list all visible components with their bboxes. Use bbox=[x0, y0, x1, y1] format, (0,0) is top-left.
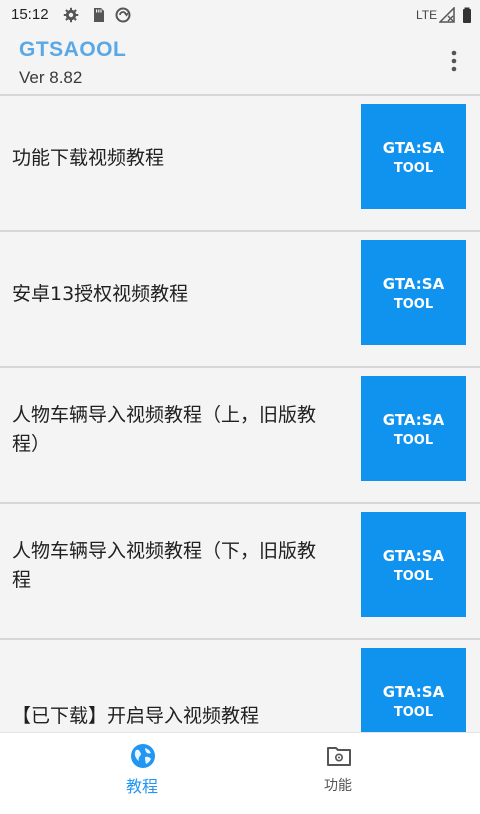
tab-functions[interactable]: 功能 bbox=[218, 733, 458, 814]
logo-line-1: GTA:SA bbox=[383, 411, 445, 429]
network-type: LTE bbox=[416, 8, 438, 22]
logo-line-1: GTA:SA bbox=[383, 275, 445, 293]
list-item[interactable]: 【已下载】开启导入视频教程 GTA:SA TOOL bbox=[0, 640, 480, 732]
status-bar: 15:12 LTE bbox=[0, 0, 480, 30]
list-item[interactable]: 人物车辆导入视频教程（上，旧版教程） GTA:SA TOOL bbox=[0, 368, 480, 504]
list-item[interactable]: 安卓13授权视频教程 GTA:SA TOOL bbox=[0, 232, 480, 368]
folder-gear-icon bbox=[327, 747, 351, 766]
app-bar: GTSAOOL Ver 8.82 bbox=[0, 30, 480, 96]
gtasa-tool-logo: GTA:SA TOOL bbox=[361, 648, 466, 732]
logo-line-2: TOOL bbox=[394, 569, 433, 584]
signal-icon bbox=[439, 7, 455, 23]
logo-line-1: GTA:SA bbox=[383, 139, 445, 157]
logo-line-1: GTA:SA bbox=[383, 683, 445, 701]
logo-line-1: GTA:SA bbox=[383, 547, 445, 565]
sync-circle-icon bbox=[115, 7, 131, 23]
list-item-label: 安卓13授权视频教程 bbox=[12, 282, 189, 305]
list-item-label: 【已下载】开启导入视频教程 bbox=[12, 704, 260, 727]
globe-icon bbox=[131, 744, 155, 768]
gtasa-tool-logo: GTA:SA TOOL bbox=[361, 104, 466, 209]
list-item-label: 人物车辆导入视频教程（上，旧版教程） bbox=[12, 404, 317, 455]
gtasa-tool-logo: GTA:SA TOOL bbox=[361, 376, 466, 481]
bottom-navigation: 教程 功能 bbox=[0, 732, 480, 814]
more-vert-icon[interactable] bbox=[444, 49, 464, 73]
logo-line-2: TOOL bbox=[394, 161, 433, 176]
app-title: GTSAOOL bbox=[19, 38, 127, 61]
sd-card-icon bbox=[94, 8, 104, 22]
list-item[interactable]: 功能下载视频教程 GTA:SA TOOL bbox=[0, 96, 480, 232]
list-item-label: 功能下载视频教程 bbox=[12, 146, 165, 169]
list-item-label: 人物车辆导入视频教程（下，旧版教程 bbox=[12, 540, 317, 591]
tab-functions-label: 功能 bbox=[324, 778, 352, 794]
logo-line-2: TOOL bbox=[394, 705, 433, 720]
app-version: Ver 8.82 bbox=[19, 68, 83, 87]
gtasa-tool-logo: GTA:SA TOOL bbox=[361, 512, 466, 617]
tutorial-list: 功能下载视频教程 GTA:SA TOOL 安卓13授权视频教程 GTA:SA T… bbox=[0, 96, 480, 732]
logo-line-2: TOOL bbox=[394, 433, 433, 448]
battery-icon bbox=[463, 7, 471, 23]
list-item[interactable]: 人物车辆导入视频教程（下，旧版教程 GTA:SA TOOL bbox=[0, 504, 480, 640]
logo-line-2: TOOL bbox=[394, 297, 433, 312]
gtasa-tool-logo: GTA:SA TOOL bbox=[361, 240, 466, 345]
gear-icon bbox=[63, 7, 79, 23]
status-time: 15:12 bbox=[11, 6, 49, 23]
